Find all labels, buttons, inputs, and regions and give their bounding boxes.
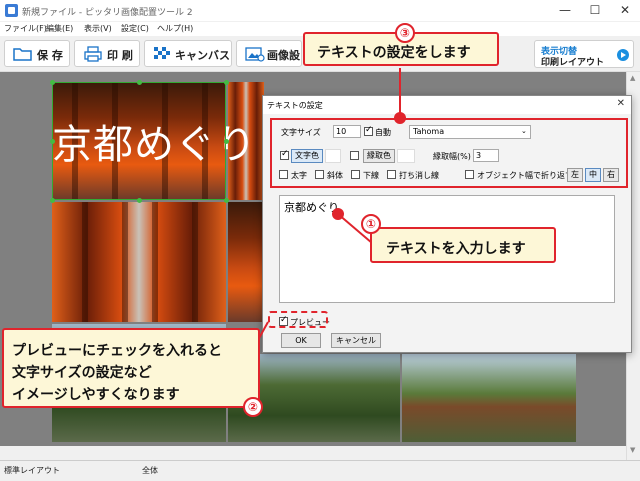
menu-file[interactable]: ファイル(F) bbox=[4, 23, 47, 34]
cancel-button[interactable]: キャンセル bbox=[331, 333, 381, 348]
menu-help[interactable]: ヘルプ(H) bbox=[157, 23, 193, 34]
selection-frame bbox=[52, 82, 226, 200]
menu-view[interactable]: 表示(V) bbox=[84, 23, 112, 34]
save-button[interactable]: 保 存 bbox=[4, 40, 70, 67]
callout-2: プレビューにチェックを入れると 文字サイズの設定など イメージしやすくなります bbox=[2, 328, 260, 408]
resize-handle[interactable] bbox=[137, 198, 142, 203]
resize-handle[interactable] bbox=[224, 198, 229, 203]
menu-edit[interactable]: 編集(E) bbox=[46, 23, 73, 34]
close-button[interactable]: ✕ bbox=[610, 0, 640, 22]
image-settings-button[interactable]: 画像設 bbox=[236, 40, 302, 67]
settings-highlight-box bbox=[270, 118, 628, 188]
app-icon bbox=[5, 4, 18, 17]
play-icon bbox=[617, 49, 629, 61]
photo-middle-right[interactable] bbox=[228, 202, 264, 322]
callout-2-line-3: イメージしやすくなります bbox=[12, 387, 180, 403]
display-switch-button[interactable]: 表示切替 印刷レイアウト bbox=[534, 40, 634, 68]
step-number-1: ① bbox=[361, 214, 381, 234]
print-label: 印 刷 bbox=[107, 49, 133, 62]
preview-highlight-box bbox=[268, 311, 328, 328]
status-zoom: 全体 bbox=[142, 466, 158, 475]
resize-handle[interactable] bbox=[137, 80, 142, 85]
window-title: 新規ファイル - ピッタリ画像配置ツール 2 bbox=[22, 8, 193, 18]
printer-icon bbox=[84, 46, 102, 62]
checker-icon bbox=[154, 47, 170, 59]
canvas-button[interactable]: キャンバス bbox=[144, 40, 232, 67]
text-input-content: 京都めぐり bbox=[284, 201, 339, 214]
step-number-3: ③ bbox=[395, 23, 415, 43]
status-bar: 標準レイアウト 全体 bbox=[0, 460, 640, 481]
horizontal-scrollbar[interactable] bbox=[0, 446, 626, 460]
save-label: 保 存 bbox=[37, 49, 63, 62]
print-button[interactable]: 印 刷 bbox=[74, 40, 140, 67]
dialog-title: テキストの設定 bbox=[267, 101, 323, 110]
scroll-up-icon[interactable]: ▲ bbox=[630, 74, 635, 82]
status-layout: 標準レイアウト bbox=[4, 466, 60, 475]
scroll-down-icon[interactable]: ▼ bbox=[630, 446, 635, 454]
title-bar: 新規ファイル - ピッタリ画像配置ツール 2 — ☐ ✕ bbox=[0, 0, 640, 22]
photo-temple[interactable] bbox=[402, 354, 576, 442]
photo-torii-middle[interactable] bbox=[52, 202, 226, 322]
annotation-dot bbox=[394, 112, 406, 124]
dialog-close-icon[interactable]: ✕ bbox=[617, 98, 625, 109]
resize-handle[interactable] bbox=[50, 139, 55, 144]
callout-2-line-2: 文字サイズの設定など bbox=[12, 365, 152, 381]
resize-handle[interactable] bbox=[224, 139, 229, 144]
annotation-dot bbox=[332, 208, 344, 220]
ok-button[interactable]: OK bbox=[281, 333, 321, 348]
resize-handle[interactable] bbox=[224, 80, 229, 85]
resize-handle[interactable] bbox=[50, 198, 55, 203]
dialog-titlebar: テキストの設定 ✕ bbox=[263, 96, 631, 114]
image-settings-label: 画像設 bbox=[267, 49, 300, 62]
step-number-2: ② bbox=[243, 397, 263, 417]
switch-label-2: 印刷レイアウト bbox=[541, 58, 605, 68]
callout-2-line-1: プレビューにチェックを入れると bbox=[12, 343, 222, 359]
callout-1: テキストを入力します bbox=[370, 227, 556, 263]
folder-icon bbox=[13, 48, 32, 61]
minimize-button[interactable]: — bbox=[550, 0, 580, 22]
canvas-label: キャンバス bbox=[175, 49, 230, 62]
image-icon bbox=[245, 47, 265, 62]
maximize-button[interactable]: ☐ bbox=[580, 0, 610, 22]
resize-handle[interactable] bbox=[50, 80, 55, 85]
menu-settings[interactable]: 設定(C) bbox=[121, 23, 149, 34]
